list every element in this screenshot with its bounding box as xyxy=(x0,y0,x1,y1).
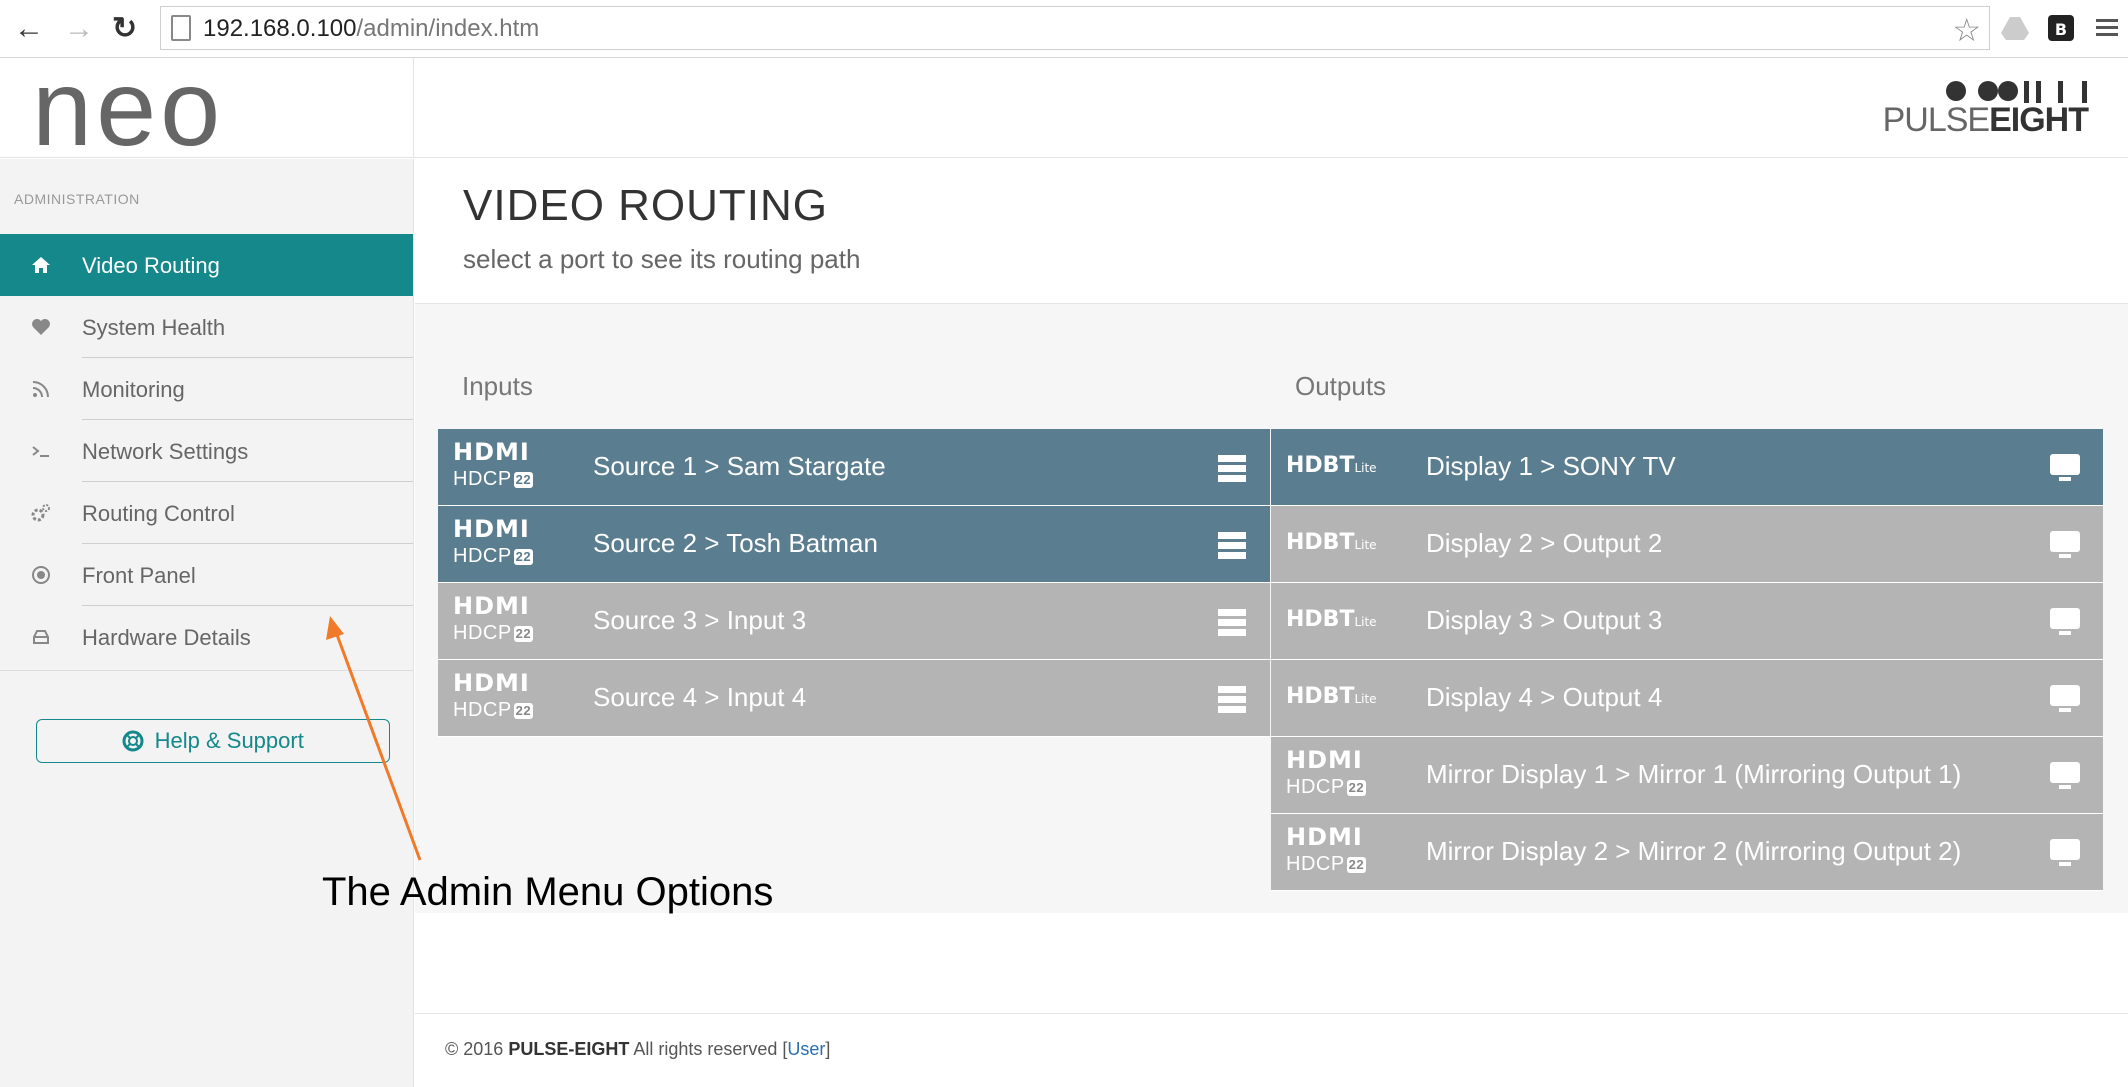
hdd-icon xyxy=(33,630,49,644)
user-link[interactable]: User xyxy=(787,1039,825,1059)
target-icon xyxy=(32,566,50,584)
input-label: Source 3 > Input 3 xyxy=(593,605,807,635)
monitor-icon xyxy=(2050,839,2080,866)
page-icon xyxy=(171,15,191,41)
server-icon xyxy=(1218,455,1246,482)
monitor-icon xyxy=(2050,608,2080,635)
annotation-label: The Admin Menu Options xyxy=(322,870,774,914)
admin-sidebar: ADMINISTRATION Video Routing System Heal… xyxy=(0,159,414,1087)
sidebar-item-routing-control[interactable]: Routing Control xyxy=(0,482,413,544)
server-icon xyxy=(1218,532,1246,559)
hdmi-hdcp-badge: HDMI HDCP 22 xyxy=(453,438,534,490)
input-label: Source 2 > Tosh Batman xyxy=(593,528,878,558)
pulse-eight-logo: PULSEEIGHT xyxy=(1883,78,2089,138)
footer-divider xyxy=(415,1013,2128,1014)
logo-cell: neo xyxy=(0,48,414,168)
hdmi-hdcp-badge: HDMI HDCP 22 xyxy=(1286,746,1367,798)
inputs-heading: Inputs xyxy=(462,371,533,401)
output-label: Display 2 > Output 2 xyxy=(1426,528,1663,558)
output-port[interactable]: HDBTLite Display 1 > SONY TV xyxy=(1271,429,2103,506)
reload-icon[interactable]: ↻ xyxy=(112,10,137,48)
monitor-icon xyxy=(2050,531,2080,558)
admin-menu: Video Routing System Health Monitoring N… xyxy=(0,234,413,668)
sidebar-item-video-routing[interactable]: Video Routing xyxy=(0,234,413,296)
output-label: Mirror Display 1 > Mirror 1 (Mirroring O… xyxy=(1426,759,1962,789)
hdbt-lite-badge: HDBTLite xyxy=(1286,684,1377,709)
output-label: Display 1 > SONY TV xyxy=(1426,451,1676,481)
footer: © 2016 PULSE-EIGHT All rights reserved [… xyxy=(445,1039,831,1059)
monitor-icon xyxy=(2050,454,2080,481)
output-label: Mirror Display 2 > Mirror 2 (Mirroring O… xyxy=(1426,836,1962,866)
hdmi-hdcp-badge: HDMI HDCP 22 xyxy=(453,515,534,567)
heart-icon xyxy=(32,319,50,335)
extension-icon[interactable]: B xyxy=(2046,13,2076,43)
back-arrow-icon[interactable]: ← xyxy=(14,10,44,48)
rss-icon xyxy=(32,381,49,398)
browser-toolbar: ← → ↻ 192.168.0.100/admin/index.htm ☆ B xyxy=(0,0,2128,58)
sidebar-item-label: Video Routing xyxy=(82,253,220,278)
hdbt-lite-badge: HDBTLite xyxy=(1286,453,1377,478)
neo-logo[interactable]: neo xyxy=(32,48,224,168)
input-label: Source 1 > Sam Stargate xyxy=(593,451,886,481)
lifebuoy-icon xyxy=(122,730,144,752)
sidebar-item-label: System Health xyxy=(82,315,226,340)
hdmi-hdcp-badge: HDMI HDCP 22 xyxy=(453,669,534,721)
outputs-heading: Outputs xyxy=(1295,371,1387,401)
output-label: Display 4 > Output 4 xyxy=(1426,682,1663,712)
output-port[interactable]: HDMI HDCP 22 Mirror Display 2 > Mirror 2 … xyxy=(1271,814,2103,891)
monitor-icon xyxy=(2050,685,2080,712)
sidebar-item-network-settings[interactable]: Network Settings xyxy=(0,420,413,482)
sidebar-item-system-health[interactable]: System Health xyxy=(0,296,413,358)
svg-text:B: B xyxy=(2055,20,2067,39)
url-text: 192.168.0.100/admin/index.htm xyxy=(203,15,540,42)
home-icon xyxy=(32,257,50,273)
output-port[interactable]: HDBTLite Display 3 > Output 3 xyxy=(1271,583,2103,660)
input-port[interactable]: HDMI HDCP 22 Source 1 > Sam Stargate xyxy=(438,429,1270,506)
main-content: VIDEO ROUTING select a port to see its r… xyxy=(415,159,2128,1087)
page-title: VIDEO ROUTING xyxy=(463,181,829,230)
sidebar-divider xyxy=(0,670,413,671)
output-label: Display 3 > Output 3 xyxy=(1426,605,1663,635)
sidebar-item-label: Hardware Details xyxy=(82,625,251,650)
sidebar-item-label: Front Panel xyxy=(82,563,196,588)
hdbt-lite-badge: HDBTLite xyxy=(1286,530,1377,555)
terminal-icon xyxy=(32,446,49,457)
hdmi-hdcp-badge: HDMI HDCP 22 xyxy=(1286,823,1367,875)
sidebar-item-label: Routing Control xyxy=(82,501,235,526)
server-icon xyxy=(1218,609,1246,636)
app-header: neo PULSEEIGHT xyxy=(0,48,2128,168)
input-port[interactable]: HDMI HDCP 22 Source 4 > Input 4 xyxy=(438,660,1270,737)
bookmark-star-icon[interactable]: ☆ xyxy=(1952,11,1981,49)
help-support-label: Help & Support xyxy=(154,728,304,753)
input-port[interactable]: HDMI HDCP 22 Source 3 > Input 3 xyxy=(438,583,1270,660)
output-port[interactable]: HDMI HDCP 22 Mirror Display 1 > Mirror 1 … xyxy=(1271,737,2103,814)
sidebar-item-monitoring[interactable]: Monitoring xyxy=(0,358,413,420)
drive-icon[interactable] xyxy=(2000,13,2030,43)
hdmi-hdcp-badge: HDMI HDCP 22 xyxy=(453,592,534,644)
server-icon xyxy=(1218,686,1246,713)
sidebar-item-hardware-details[interactable]: Hardware Details xyxy=(0,606,413,668)
input-port[interactable]: HDMI HDCP 22 Source 2 > Tosh Batman xyxy=(438,506,1270,583)
pulse-eight-wordmark: PULSEEIGHT xyxy=(1882,101,2089,139)
page-subtitle: select a port to see its routing path xyxy=(463,244,861,274)
sidebar-item-label: Network Settings xyxy=(82,439,249,464)
output-port[interactable]: HDBTLite Display 2 > Output 2 xyxy=(1271,506,2103,583)
inputs-panel: HDMI HDCP 22 Source 1 > Sam Stargate HDMI… xyxy=(438,429,1270,737)
help-support-button[interactable]: Help & Support xyxy=(36,719,390,763)
forward-arrow-icon[interactable]: → xyxy=(64,10,94,48)
hdbt-lite-badge: HDBTLite xyxy=(1286,607,1377,632)
menu-icon[interactable] xyxy=(2092,13,2122,43)
outputs-panel: HDBTLite Display 1 > SONY TV HDBTLite Di… xyxy=(1271,429,2103,891)
output-port[interactable]: HDBTLite Display 4 > Output 4 xyxy=(1271,660,2103,737)
address-bar[interactable]: 192.168.0.100/admin/index.htm ☆ xyxy=(160,6,1990,50)
input-label: Source 4 > Input 4 xyxy=(593,682,807,712)
cogs-icon xyxy=(31,504,50,522)
monitor-icon xyxy=(2050,762,2080,789)
sidebar-item-front-panel[interactable]: Front Panel xyxy=(0,544,413,606)
sidebar-heading: ADMINISTRATION xyxy=(14,191,140,207)
sidebar-item-label: Monitoring xyxy=(82,377,185,402)
